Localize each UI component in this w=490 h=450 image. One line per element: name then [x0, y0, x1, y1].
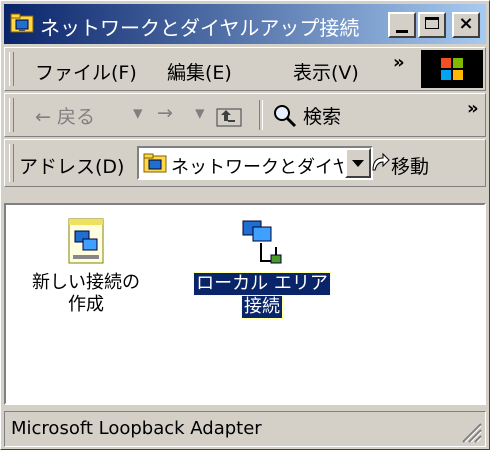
search-icon[interactable]	[271, 102, 299, 130]
menu-view[interactable]: 表示(V)	[293, 58, 359, 85]
forward-button[interactable]: →	[157, 102, 173, 124]
up-folder-icon[interactable]	[215, 104, 243, 128]
toolbar-grip[interactable]	[9, 98, 14, 132]
minimize-icon	[396, 30, 408, 33]
go-arrow-icon[interactable]	[369, 152, 391, 174]
toolbar-separator	[259, 100, 263, 130]
maximize-button[interactable]	[418, 12, 446, 38]
list-item-new-connection[interactable]: 新しい接続の 作成	[20, 217, 152, 316]
resize-grip-icon[interactable]	[459, 420, 483, 444]
list-item-lan-connection[interactable]: ローカル エリア 接続	[182, 217, 342, 319]
lan-connection-icon	[242, 220, 282, 264]
search-button[interactable]: 検索	[303, 102, 341, 129]
address-bar: アドレス(D) ネットワークとダイヤ 移動	[4, 139, 486, 187]
menu-overflow-chevron[interactable]: »	[393, 52, 405, 73]
menu-file[interactable]: ファイル(F)	[35, 58, 137, 85]
explorer-window: ネットワークとダイヤルアップ接続 × ファイル(F) 編集(E) 表示(V) »…	[0, 0, 490, 450]
address-input[interactable]: ネットワークとダイヤ	[171, 153, 343, 179]
status-bar: Microsoft Loopback Adapter	[4, 411, 486, 447]
file-view[interactable]: 新しい接続の 作成 ローカル エリア 接続	[4, 203, 486, 405]
address-label: アドレス(D)	[19, 156, 125, 178]
address-grip[interactable]	[9, 144, 14, 182]
toolbar-overflow-chevron[interactable]: »	[467, 98, 479, 119]
go-button[interactable]: 移動	[391, 152, 429, 179]
address-combobox[interactable]: ネットワークとダイヤ	[137, 146, 373, 180]
close-button[interactable]: ×	[452, 12, 480, 38]
network-folder-icon	[10, 13, 34, 33]
item-label-line1: 新しい接続の	[32, 272, 140, 293]
minimize-button[interactable]	[388, 12, 416, 38]
maximize-icon	[425, 17, 439, 29]
title-bar[interactable]: ネットワークとダイヤルアップ接続 ×	[4, 4, 486, 44]
status-text: Microsoft Loopback Adapter	[11, 418, 262, 439]
standard-toolbar: ← 戻る ▾ → ▾ 検索 »	[4, 93, 486, 137]
windows-logo-icon	[421, 50, 483, 88]
item-label-line1: ローカル エリア	[193, 272, 331, 296]
window-title: ネットワークとダイヤルアップ接続	[40, 16, 360, 40]
address-dropdown-button[interactable]	[345, 148, 371, 178]
network-folder-icon	[143, 153, 167, 173]
menu-bar: ファイル(F) 編集(E) 表示(V) »	[4, 47, 486, 91]
item-label-line2: 作成	[68, 294, 104, 315]
back-dropdown-icon[interactable]: ▾	[133, 102, 143, 124]
menu-grip[interactable]	[9, 52, 14, 86]
back-button[interactable]: ← 戻る	[35, 102, 95, 129]
menu-edit[interactable]: 編集(E)	[167, 58, 232, 85]
new-connection-icon	[68, 218, 104, 264]
forward-dropdown-icon[interactable]: ▾	[195, 102, 205, 124]
item-label-line2: 接続	[241, 295, 283, 319]
